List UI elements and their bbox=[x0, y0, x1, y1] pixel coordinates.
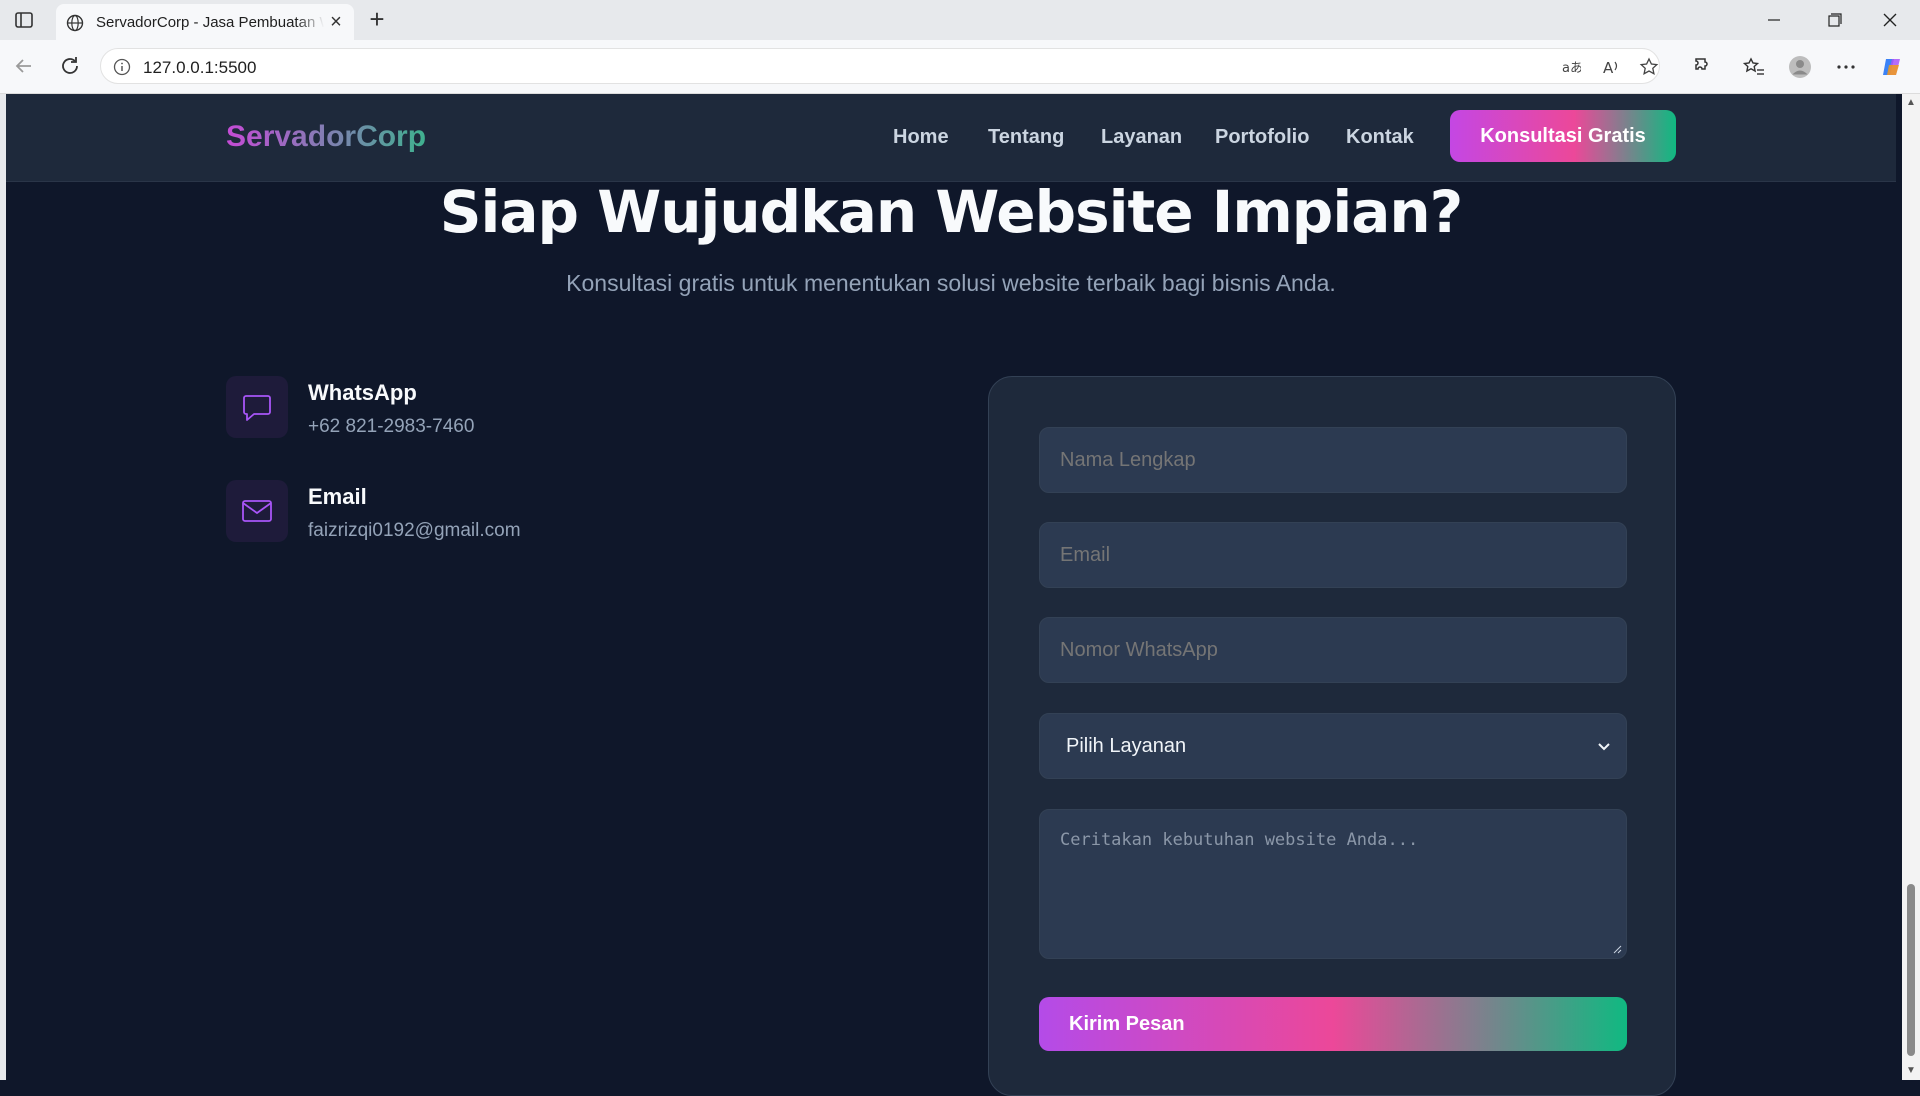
more-menu-icon[interactable] bbox=[1834, 55, 1858, 79]
page-title: Siap Wujudkan Website Impian? bbox=[439, 178, 1464, 246]
submit-button[interactable]: Kirim Pesan bbox=[1039, 997, 1627, 1051]
globe-icon bbox=[66, 14, 84, 32]
message-placeholder: Ceritakan kebutuhan website Anda... bbox=[1060, 830, 1419, 850]
profile-avatar-icon[interactable] bbox=[1788, 55, 1812, 79]
url-text: 127.0.0.1:5500 bbox=[143, 58, 257, 77]
site-logo[interactable]: ServadorCorp bbox=[226, 120, 426, 154]
scrollbar-thumb[interactable] bbox=[1907, 884, 1915, 1056]
page-scrollbar[interactable]: ▲ ▼ bbox=[1902, 94, 1920, 1080]
extensions-icon[interactable] bbox=[1692, 55, 1716, 79]
contact-value: +62 821-2983-7460 bbox=[308, 416, 475, 437]
email-field[interactable] bbox=[1039, 522, 1627, 588]
chevron-down-icon bbox=[1598, 743, 1610, 751]
back-icon[interactable] bbox=[12, 54, 36, 78]
read-aloud-icon[interactable]: A bbox=[1601, 57, 1621, 77]
svg-text:A: A bbox=[1603, 59, 1614, 77]
close-window-icon[interactable] bbox=[1870, 6, 1910, 34]
contact-title: WhatsApp bbox=[308, 380, 417, 405]
contact-email: Email faizrizqi0192@gmail.com bbox=[226, 480, 726, 550]
favorites-icon[interactable] bbox=[1742, 55, 1766, 79]
service-select-value: Pilih Layanan bbox=[1066, 735, 1187, 757]
page-subtitle: Konsultasi gratis untuk menentukan solus… bbox=[566, 270, 1336, 296]
new-tab-icon[interactable]: + bbox=[364, 6, 390, 32]
site-navbar: ServadorCorp Home Tentang Layanan Portof… bbox=[6, 94, 1896, 182]
service-select[interactable]: Pilih Layanan bbox=[1039, 713, 1627, 779]
browser-toolbar: 127.0.0.1:5500 aあ A bbox=[0, 40, 1920, 94]
mail-icon bbox=[226, 480, 288, 542]
sidebar-toggle-icon[interactable] bbox=[14, 10, 34, 30]
resize-handle-icon[interactable] bbox=[1612, 944, 1622, 954]
close-tab-icon[interactable]: × bbox=[326, 12, 346, 33]
browser-tab[interactable]: ServadorCorp - Jasa Pembuatan Website × bbox=[56, 4, 354, 40]
minimize-icon[interactable] bbox=[1754, 6, 1794, 34]
nav-link-home[interactable]: Home bbox=[893, 126, 949, 149]
nav-link-layanan[interactable]: Layanan bbox=[1101, 126, 1182, 149]
nav-link-kontak[interactable]: Kontak bbox=[1346, 126, 1414, 149]
svg-text:aあ: aあ bbox=[1562, 61, 1581, 76]
contact-value: faizrizqi0192@gmail.com bbox=[308, 520, 521, 541]
site-info-icon[interactable] bbox=[113, 58, 131, 76]
name-field[interactable] bbox=[1039, 427, 1627, 493]
restore-icon[interactable] bbox=[1814, 6, 1854, 34]
nav-link-portofolio[interactable]: Portofolio bbox=[1215, 126, 1309, 149]
translate-icon[interactable]: aあ bbox=[1561, 57, 1581, 77]
contact-form: Pilih Layanan Ceritakan kebutuhan websit… bbox=[988, 376, 1676, 1096]
contact-whatsapp: WhatsApp +62 821-2983-7460 bbox=[226, 376, 726, 446]
scroll-up-icon[interactable]: ▲ bbox=[1905, 98, 1917, 108]
tab-title: ServadorCorp - Jasa Pembuatan Website bbox=[96, 14, 324, 31]
message-textarea[interactable]: Ceritakan kebutuhan website Anda... bbox=[1039, 809, 1627, 959]
address-bar[interactable]: 127.0.0.1:5500 aあ A bbox=[100, 48, 1660, 84]
nav-link-tentang[interactable]: Tentang bbox=[988, 126, 1064, 149]
reload-icon[interactable] bbox=[58, 54, 82, 78]
copilot-icon[interactable] bbox=[1880, 55, 1904, 79]
browser-tab-bar: ServadorCorp - Jasa Pembuatan Website × … bbox=[0, 0, 1920, 40]
contact-title: Email bbox=[308, 484, 367, 509]
konsultasi-gratis-button[interactable]: Konsultasi Gratis bbox=[1450, 110, 1676, 162]
chat-icon bbox=[226, 376, 288, 438]
scroll-down-icon[interactable]: ▼ bbox=[1905, 1066, 1917, 1076]
whatsapp-field[interactable] bbox=[1039, 617, 1627, 683]
favorite-star-icon[interactable] bbox=[1639, 57, 1659, 77]
